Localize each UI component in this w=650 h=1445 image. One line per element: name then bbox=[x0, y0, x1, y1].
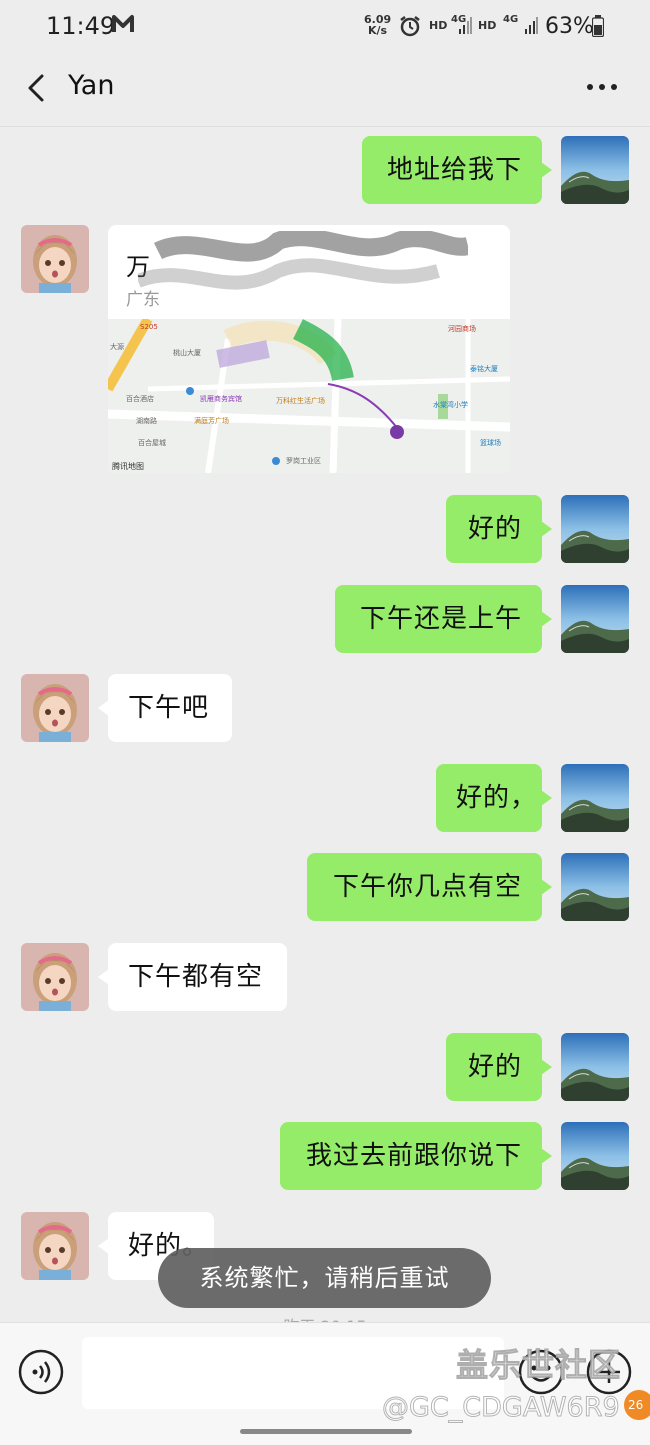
message-bubble-sent[interactable]: 下午你几点有空 bbox=[307, 853, 552, 921]
svg-text:桃山大厦: 桃山大厦 bbox=[173, 348, 201, 357]
message-bubble-sent[interactable]: 好的， bbox=[436, 764, 552, 832]
svg-text:泰铭大厦: 泰铭大厦 bbox=[470, 364, 498, 373]
location-map[interactable]: S205 大源 桃山大厦 百合酒店 凯雁商务宾馆 万科红生活广场 满庭芳广场 湖… bbox=[108, 319, 510, 473]
my-avatar[interactable] bbox=[561, 136, 629, 204]
message-bubble-sent[interactable]: 下午还是上午 bbox=[335, 585, 552, 653]
svg-text:罗岗工业区: 罗岗工业区 bbox=[286, 456, 321, 465]
status-bar: 11:49 6.09 K/s HD 4G HD 4G 63% bbox=[0, 0, 650, 56]
my-avatar[interactable] bbox=[561, 764, 629, 832]
svg-text:篮球场: 篮球场 bbox=[480, 438, 501, 447]
watermark-badge: 26 bbox=[624, 1390, 650, 1420]
chat-header: Yan bbox=[0, 56, 650, 127]
svg-text:河园商场: 河园商场 bbox=[448, 324, 476, 333]
location-card[interactable]: 万 广东 S205 大源 桃山大厦 百合酒店 凯雁商务宾馆 万科红生活广场 满庭… bbox=[108, 225, 510, 473]
toast-message: 系统繁忙，请稍后重试 bbox=[158, 1248, 491, 1308]
watermark-title: 盖乐世社区 bbox=[455, 1346, 622, 1385]
my-avatar[interactable] bbox=[561, 1033, 629, 1101]
my-avatar[interactable] bbox=[561, 585, 629, 653]
my-avatar[interactable] bbox=[561, 495, 629, 563]
battery-icon bbox=[592, 15, 604, 37]
more-options-icon[interactable] bbox=[580, 70, 624, 104]
voice-icon[interactable] bbox=[18, 1349, 64, 1395]
mail-icon bbox=[112, 15, 134, 32]
contact-avatar[interactable] bbox=[21, 225, 89, 293]
battery-percent: 63% bbox=[545, 14, 594, 39]
redaction-scribble bbox=[138, 231, 468, 290]
chat-title: Yan bbox=[68, 70, 115, 101]
watermark-user: @GC_CDGAW6R9 bbox=[382, 1392, 621, 1424]
svg-text:大源: 大源 bbox=[110, 342, 124, 351]
svg-text:万科红生活广场: 万科红生活广场 bbox=[276, 396, 325, 405]
svg-text:腾讯地图: 腾讯地图 bbox=[112, 461, 144, 471]
contact-avatar[interactable] bbox=[21, 674, 89, 742]
hd-label-2: HD bbox=[478, 19, 497, 32]
my-avatar[interactable] bbox=[561, 853, 629, 921]
message-bubble-sent[interactable]: 好的 bbox=[446, 495, 552, 563]
message-bubble-received[interactable]: 下午都有空 bbox=[98, 943, 287, 1011]
svg-text:百合酒店: 百合酒店 bbox=[126, 394, 154, 403]
svg-text:凯雁商务宾馆: 凯雁商务宾馆 bbox=[200, 394, 242, 403]
message-bubble-received[interactable]: 下午吧 bbox=[98, 674, 232, 742]
svg-text:水棠湾小学: 水棠湾小学 bbox=[433, 400, 468, 409]
message-bubble-sent[interactable]: 我过去前跟你说下 bbox=[280, 1122, 552, 1190]
message-bubble-sent[interactable]: 地址给我下 bbox=[362, 136, 552, 204]
svg-text:百合屋城: 百合屋城 bbox=[138, 438, 166, 447]
net-gen-2: 4G bbox=[503, 14, 519, 25]
signal-icon-2 bbox=[525, 17, 538, 34]
my-avatar[interactable] bbox=[561, 1122, 629, 1190]
svg-text:S205: S205 bbox=[140, 323, 158, 331]
status-time: 11:49 bbox=[46, 12, 116, 40]
back-icon[interactable] bbox=[18, 68, 58, 108]
net-speed: 6.09 K/s bbox=[364, 13, 392, 37]
home-indicator[interactable] bbox=[240, 1429, 412, 1434]
contact-avatar[interactable] bbox=[21, 1212, 89, 1280]
alarm-icon bbox=[400, 16, 420, 37]
contact-avatar[interactable] bbox=[21, 943, 89, 1011]
hd-label-1: HD bbox=[429, 19, 448, 32]
message-bubble-sent[interactable]: 好的 bbox=[446, 1033, 552, 1101]
signal-icon-1 bbox=[459, 17, 472, 34]
svg-text:湖南路: 湖南路 bbox=[136, 416, 157, 425]
svg-text:满庭芳广场: 满庭芳广场 bbox=[194, 416, 229, 425]
